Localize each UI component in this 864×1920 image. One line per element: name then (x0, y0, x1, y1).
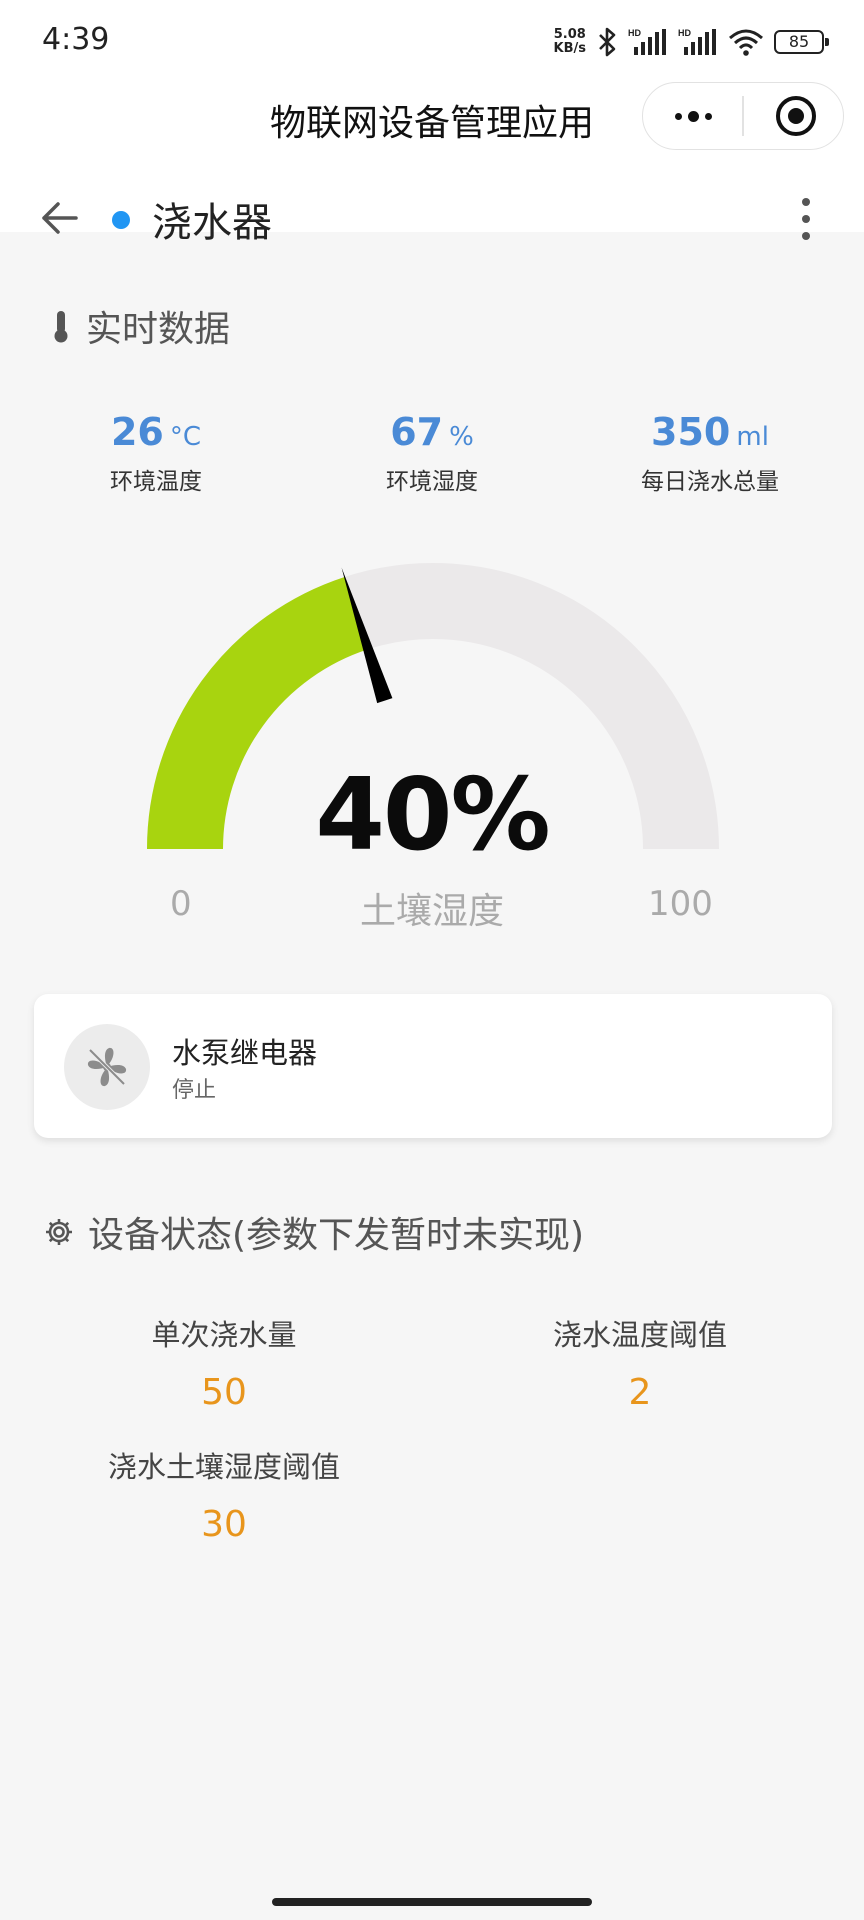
net-speed-unit: KB/s (553, 41, 586, 56)
setting-temperature-threshold-label: 浇水温度阈值 (552, 1318, 727, 1352)
battery-icon: 85 (774, 30, 829, 54)
pump-relay-card[interactable] (34, 994, 832, 1138)
svg-text:HD: HD (678, 28, 691, 38)
metric-daily-water-label: 每日浇水总量 (641, 469, 779, 495)
gauge-value: 40% (315, 756, 550, 873)
thermometer-icon (54, 311, 68, 343)
svg-text:HD: HD (628, 28, 641, 38)
relay-state: 停止 (172, 1078, 217, 1103)
relay-name: 水泵继电器 (172, 1036, 318, 1070)
home-indicator (272, 1898, 592, 1906)
realtime-section-header: 实时数据 (50, 300, 230, 352)
close-miniprogram-icon[interactable] (776, 96, 816, 136)
fan-icon (87, 1047, 127, 1087)
wifi-icon (729, 29, 763, 56)
net-speed-value: 5.08 (553, 27, 586, 42)
net-speed: 5.08 KB/s (554, 28, 586, 56)
metric-daily-water-unit: ml (736, 422, 769, 452)
signal-hd-icon: HD (628, 28, 666, 55)
metric-humidity-value: 67 (390, 410, 444, 454)
gear-icon (46, 1219, 72, 1245)
gauge-label: 土壤湿度 (359, 891, 504, 932)
capsule-divider (742, 96, 744, 136)
metric-humidity-label: 环境湿度 (386, 469, 478, 495)
more-options-icon[interactable] (668, 100, 718, 132)
setting-temperature-threshold: 浇水温度阈值 2 (424, 1312, 856, 1413)
metric-temperature-unit: °C (169, 422, 202, 452)
online-status-dot (112, 211, 130, 229)
setting-single-water-amount-value: 50 (201, 1372, 247, 1413)
kebab-menu-icon[interactable] (796, 198, 816, 240)
status-time: 4:39 (42, 22, 110, 57)
metric-temperature-value: 26 (110, 410, 164, 454)
signal-hd-icon-2: HD (678, 28, 716, 55)
metric-daily-water-value: 350 (651, 410, 731, 454)
metric-temperature-label: 环境温度 (110, 469, 202, 495)
back-arrow-icon[interactable] (36, 196, 82, 240)
setting-soil-moisture-threshold: 浇水土壤湿度阈值 30 (8, 1444, 440, 1545)
gauge-max-label: 100 (648, 884, 713, 924)
setting-soil-moisture-threshold-label: 浇水土壤湿度阈值 (107, 1450, 340, 1484)
setting-temperature-threshold-value: 2 (628, 1372, 652, 1413)
status-icons: 5.08 KB/s HD HD 85 (554, 24, 829, 60)
setting-single-water-amount: 单次浇水量 50 (8, 1312, 440, 1413)
metric-humidity: 67% 环境湿度 (288, 410, 576, 496)
device-title: 浇水器 (152, 200, 272, 246)
device-status-header: 设备状态(参数下发暂时未实现) (44, 1206, 584, 1258)
setting-single-water-amount-label: 单次浇水量 (151, 1318, 297, 1352)
device-status-title: 设备状态(参数下发暂时未实现) (88, 1215, 585, 1256)
fan-icon-container (64, 1024, 150, 1110)
metric-humidity-unit: % (449, 422, 474, 452)
setting-soil-moisture-threshold-value: 30 (201, 1504, 247, 1545)
bluetooth-icon (599, 27, 616, 57)
realtime-section-title: 实时数据 (86, 309, 231, 350)
metric-daily-water: 350 ml 每日浇水总量 (566, 410, 854, 496)
metric-temperature: 26 °C 环境温度 (12, 410, 300, 496)
